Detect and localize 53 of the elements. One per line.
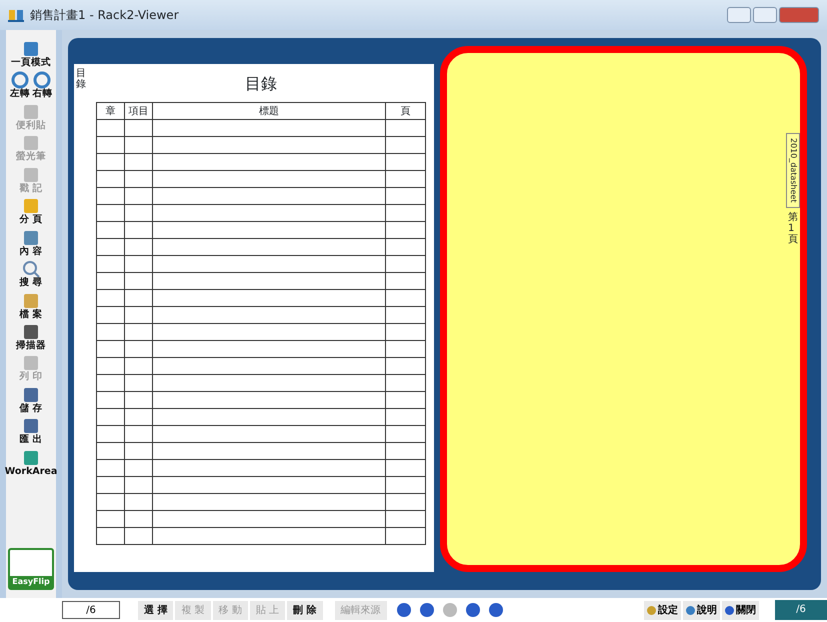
folder-icon xyxy=(22,292,40,310)
rotate-icon xyxy=(10,71,29,90)
rewind-icon[interactable] xyxy=(396,603,411,617)
pen-icon xyxy=(22,102,40,121)
marker-icon xyxy=(22,134,40,152)
rotate-icon xyxy=(33,71,52,90)
floppy-icon xyxy=(22,448,40,467)
toolbar-button[interactable]: 分 頁 xyxy=(19,197,43,226)
toolbar-button[interactable]: 掃描器 xyxy=(16,322,46,352)
gear-icon xyxy=(647,606,656,614)
page-tab[interactable]: 2010_datasheet xyxy=(786,133,800,208)
toolbar-button[interactable]: 左轉 xyxy=(10,71,30,100)
stamp-icon xyxy=(22,166,40,184)
column-header: 頁 xyxy=(386,102,426,120)
toolbar-link[interactable]: 關閉 xyxy=(722,600,759,620)
toolbar-button[interactable]: 檔 案 xyxy=(19,292,43,320)
page-title: 目錄 xyxy=(244,73,278,95)
page-field[interactable]: /6 xyxy=(62,601,120,619)
column-header: 標題 xyxy=(152,102,386,120)
toolbar-button[interactable]: WorkArea xyxy=(4,448,58,478)
search-icon xyxy=(22,260,40,278)
toolbar-button[interactable]: 右轉 xyxy=(32,71,52,100)
previous-icon[interactable] xyxy=(420,603,434,617)
app-logo: EasyFlip xyxy=(8,548,54,590)
toolbar-link[interactable]: 說明 xyxy=(683,600,720,620)
toolbar-button[interactable]: 選 擇 xyxy=(138,600,174,620)
toolbar-button[interactable]: 刪 除 xyxy=(287,600,323,620)
play-icon[interactable] xyxy=(466,603,480,617)
toolbar-button[interactable]: 一頁模式 xyxy=(11,40,51,68)
side-tab[interactable]: 目錄 xyxy=(76,68,88,572)
minimize-button[interactable] xyxy=(727,7,751,23)
floppy-icon xyxy=(22,386,40,404)
toolbar-button[interactable]: 匯 出 xyxy=(19,417,43,446)
floppy-icon xyxy=(22,417,40,436)
maximize-button[interactable] xyxy=(753,7,777,23)
ruler-icon xyxy=(22,40,40,58)
page-indicator: /6 xyxy=(775,600,827,620)
column-header: 章 xyxy=(96,102,124,120)
book-icon xyxy=(8,8,24,22)
toolbar-button[interactable]: 搜 尋 xyxy=(19,260,43,288)
toolbar-button[interactable]: 儲 存 xyxy=(19,386,43,414)
column-header: 項目 xyxy=(124,102,152,120)
toolbar-button[interactable]: 內 容 xyxy=(19,228,43,258)
window-title: 銷售計畫1 - Rack2-Viewer xyxy=(30,7,179,24)
notebook-icon xyxy=(22,228,40,247)
help-icon xyxy=(686,606,695,614)
close-icon xyxy=(725,606,734,614)
page-tab[interactable]: 第1頁 xyxy=(788,212,798,245)
toolbar-link[interactable]: 設定 xyxy=(644,600,681,620)
fast-forward-icon[interactable] xyxy=(488,603,503,617)
printer-icon xyxy=(22,354,40,372)
notebook-icon xyxy=(22,197,40,216)
scanner-icon xyxy=(22,322,40,341)
